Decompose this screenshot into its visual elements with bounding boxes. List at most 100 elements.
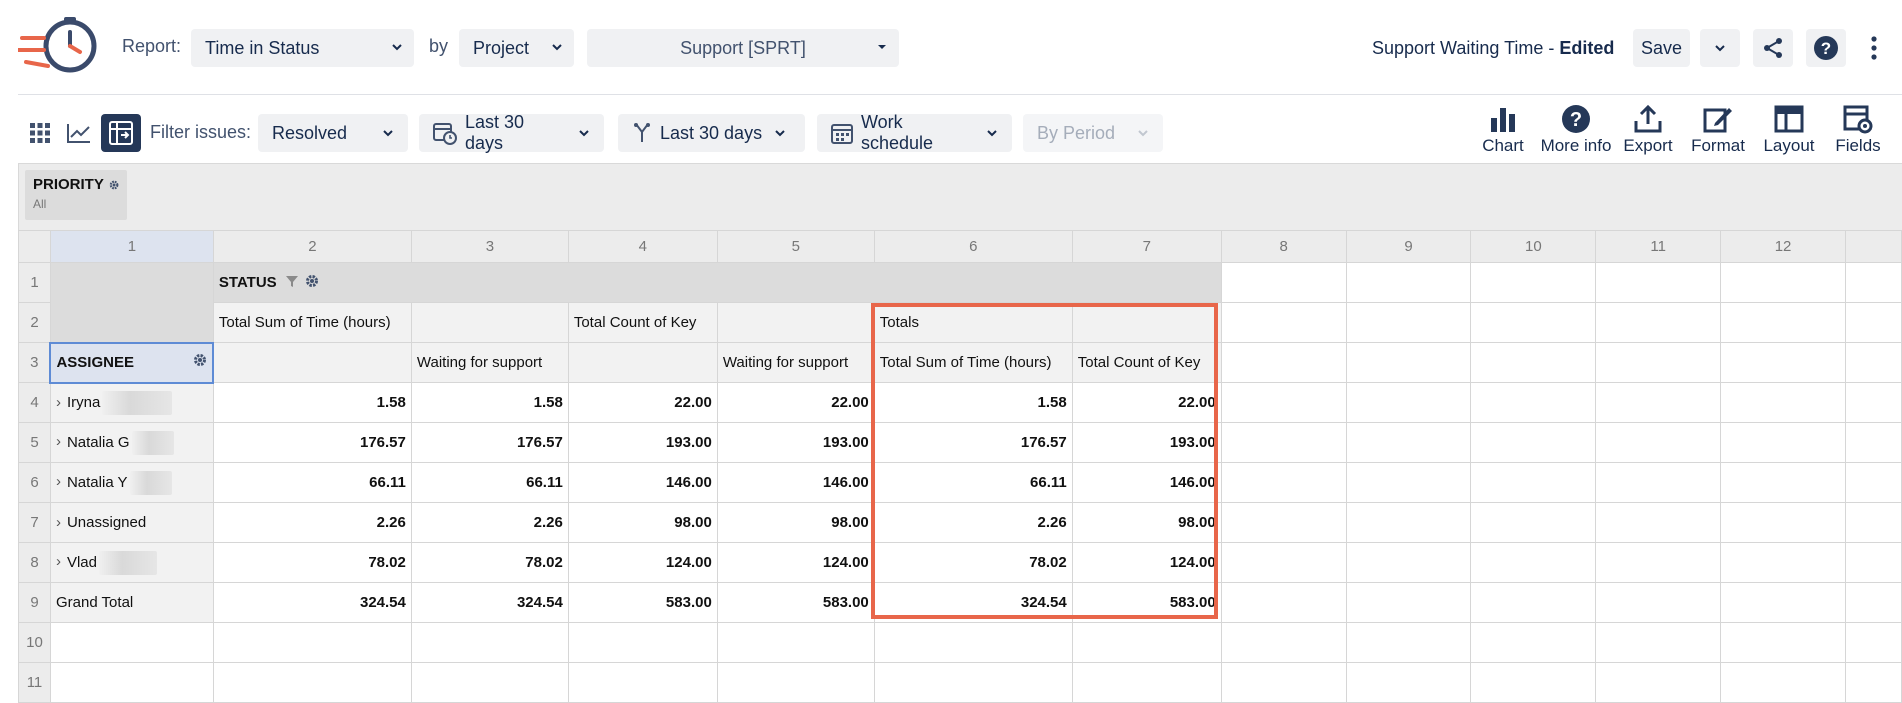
more-options-button[interactable]	[1856, 29, 1892, 67]
empty-cell[interactable]	[1595, 502, 1722, 543]
help-button[interactable]: ?	[1806, 29, 1846, 67]
status-value-cell[interactable]: Waiting for support	[716, 342, 875, 383]
value-cell[interactable]: 78.02	[410, 542, 569, 583]
empty-cell[interactable]	[1470, 342, 1597, 383]
column-header[interactable]: 12	[1720, 230, 1846, 263]
row-header[interactable]: 1	[18, 262, 51, 303]
empty-cell[interactable]	[1220, 262, 1347, 303]
empty-cell[interactable]	[1720, 262, 1846, 303]
empty-cell[interactable]	[1470, 502, 1597, 543]
format-tool-button[interactable]: Format	[1688, 104, 1748, 156]
value-cell[interactable]: 1.58	[873, 382, 1073, 423]
empty-cell[interactable]	[1345, 622, 1472, 663]
empty-cell[interactable]	[1220, 302, 1347, 343]
empty-cell[interactable]	[410, 622, 569, 663]
value-cell[interactable]: 124.00	[716, 542, 875, 583]
empty-cell[interactable]	[1470, 582, 1597, 623]
value-cell[interactable]: 176.57	[212, 422, 412, 463]
save-options-button[interactable]	[1700, 29, 1740, 67]
total-value-cell[interactable]: 324.54	[212, 582, 412, 623]
value-cell[interactable]: 124.00	[1071, 542, 1222, 583]
value-cell[interactable]: 193.00	[1071, 422, 1222, 463]
empty-cell[interactable]	[1220, 342, 1347, 383]
total-value-cell[interactable]: 583.00	[567, 582, 718, 623]
value-cell[interactable]: 193.00	[567, 422, 718, 463]
chart-tool-button[interactable]: Chart	[1478, 104, 1528, 156]
column-header[interactable]: 7	[1071, 230, 1222, 263]
assignee-header-cell[interactable]: ASSIGNEE	[49, 341, 215, 384]
empty-cell[interactable]	[1720, 502, 1846, 543]
empty-cell[interactable]	[716, 622, 875, 663]
column-header[interactable]: 1	[49, 230, 214, 263]
empty-cell[interactable]	[1595, 582, 1722, 623]
row-header[interactable]: 7	[18, 502, 51, 543]
row-header[interactable]: 4	[18, 382, 51, 423]
empty-cell[interactable]	[1844, 542, 1902, 583]
value-cell[interactable]: 98.00	[567, 502, 718, 543]
measure-header-cell[interactable]: Total Count of Key	[567, 302, 718, 343]
empty-cell[interactable]	[1470, 542, 1597, 583]
column-header[interactable]: 6	[873, 230, 1073, 263]
totals-measure-cell[interactable]: Total Count of Key	[1071, 342, 1222, 383]
empty-cell[interactable]	[1720, 462, 1846, 503]
empty-cell[interactable]	[1470, 302, 1597, 343]
empty-cell[interactable]	[1595, 302, 1722, 343]
empty-cell[interactable]	[1844, 462, 1902, 503]
value-cell[interactable]: 146.00	[716, 462, 875, 503]
filter-icon[interactable]	[285, 274, 299, 288]
row-header[interactable]: 6	[18, 462, 51, 503]
empty-cell[interactable]	[1220, 422, 1347, 463]
date-range-dropdown-1[interactable]: Last 30 days	[419, 112, 604, 153]
assignee-cell[interactable]: › Natalia G	[49, 422, 214, 463]
assignee-cell[interactable]: › Natalia Y	[49, 462, 214, 503]
value-cell[interactable]: 146.00	[567, 462, 718, 503]
export-tool-button[interactable]: Export	[1620, 104, 1676, 156]
total-value-cell[interactable]: 324.54	[873, 582, 1073, 623]
total-value-cell[interactable]: 583.00	[716, 582, 875, 623]
priority-filter-chip[interactable]: PRIORITY All	[25, 170, 127, 220]
row-header[interactable]: 5	[18, 422, 51, 463]
column-header[interactable]: 11	[1595, 230, 1722, 263]
empty-cell[interactable]	[1595, 342, 1722, 383]
empty-cell[interactable]	[1844, 502, 1902, 543]
empty-cell[interactable]	[1720, 302, 1846, 343]
group-by-dropdown[interactable]: Project	[459, 29, 574, 67]
column-header[interactable]: 3	[410, 230, 569, 263]
status-value-cell[interactable]: Waiting for support	[410, 342, 569, 383]
value-cell[interactable]: 78.02	[873, 542, 1073, 583]
empty-cell[interactable]	[1071, 622, 1222, 663]
empty-cell[interactable]	[212, 622, 412, 663]
save-button[interactable]: Save	[1633, 29, 1690, 67]
value-cell[interactable]: 78.02	[212, 542, 412, 583]
value-cell[interactable]: 98.00	[1071, 502, 1222, 543]
empty-cell[interactable]	[1720, 422, 1846, 463]
report-type-dropdown[interactable]: Time in Status	[191, 29, 414, 67]
empty-cell[interactable]	[1595, 542, 1722, 583]
by-period-dropdown[interactable]: By Period	[1023, 114, 1163, 152]
value-cell[interactable]: 193.00	[716, 422, 875, 463]
empty-cell[interactable]	[1470, 262, 1597, 303]
value-cell[interactable]: 124.00	[567, 542, 718, 583]
total-value-cell[interactable]: 324.54	[410, 582, 569, 623]
assignee-cell[interactable]: › Vlad	[49, 542, 214, 583]
chart-view-button[interactable]	[62, 114, 96, 152]
empty-cell[interactable]	[1844, 302, 1902, 343]
empty-cell[interactable]	[1220, 462, 1347, 503]
column-header[interactable]: 8	[1220, 230, 1347, 263]
totals-header-cell[interactable]: Totals	[873, 302, 1073, 343]
value-cell[interactable]: 146.00	[1071, 462, 1222, 503]
empty-cell[interactable]	[1595, 622, 1722, 663]
empty-cell[interactable]	[1345, 302, 1472, 343]
more-info-tool-button[interactable]: ? More info	[1537, 104, 1615, 156]
value-cell[interactable]: 66.11	[410, 462, 569, 503]
empty-cell[interactable]	[1720, 582, 1846, 623]
row-header[interactable]: 8	[18, 542, 51, 583]
empty-cell[interactable]	[1220, 622, 1347, 663]
work-schedule-dropdown[interactable]: Work schedule	[817, 112, 1012, 153]
column-header[interactable]: 5	[716, 230, 875, 263]
totals-header-cell[interactable]	[1071, 302, 1222, 343]
empty-cell[interactable]	[1844, 622, 1902, 663]
value-cell[interactable]: 2.26	[873, 502, 1073, 543]
totals-measure-cell[interactable]: Total Sum of Time (hours)	[873, 342, 1073, 383]
assignee-cell[interactable]: › Unassigned	[49, 502, 214, 543]
